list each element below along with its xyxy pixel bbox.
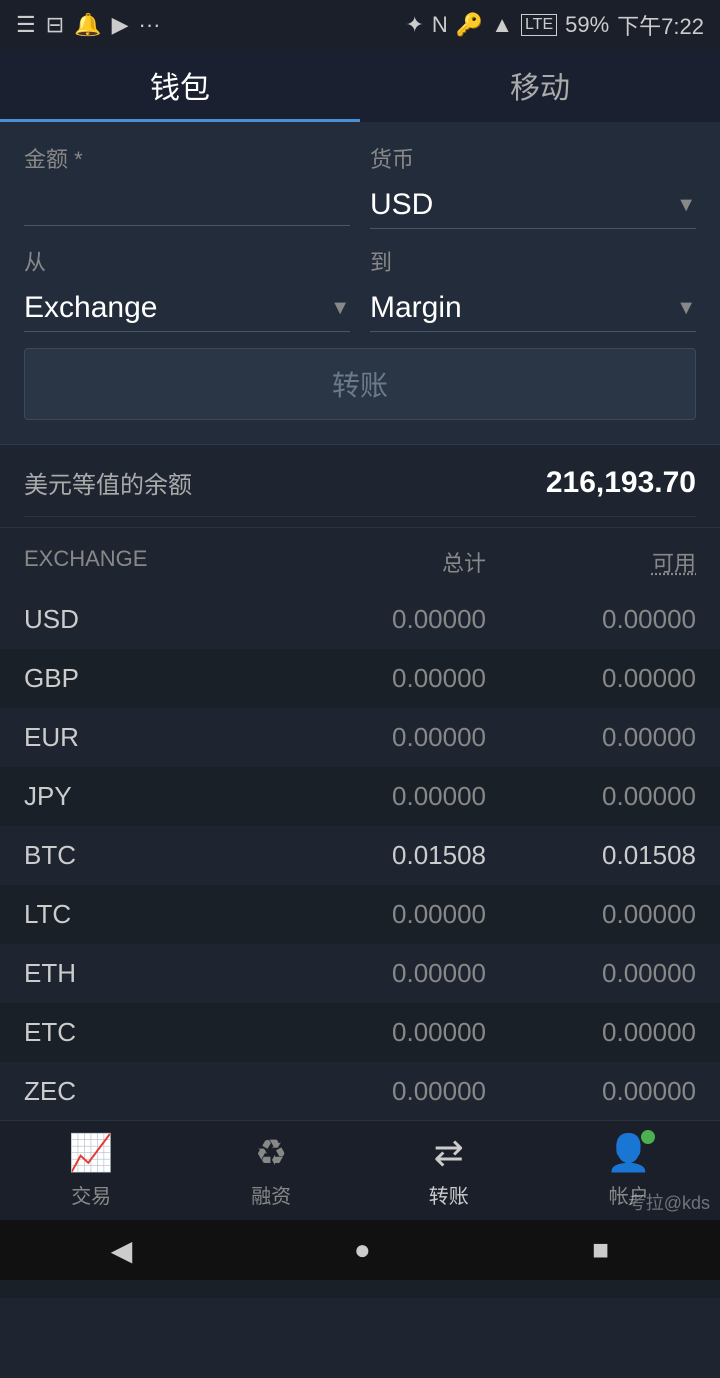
row-name: EUR (24, 722, 276, 753)
currency-select[interactable]: USD ▼ (370, 182, 696, 229)
back-button[interactable]: ◀ (111, 1234, 133, 1267)
transfer-icon: ⇄ (434, 1132, 464, 1174)
balance-value: 216,193.70 (546, 466, 696, 500)
wallet-icon: ⊟ (46, 12, 64, 38)
table-row: EUR 0.00000 0.00000 (0, 708, 720, 767)
transfer-form: 金额 * 货币 USD ▼ 从 Exchange ▼ 到 Margin ▼ (0, 122, 720, 445)
tab-move[interactable]: 移动 (360, 50, 720, 122)
row-total: 0.00000 (276, 722, 486, 753)
recent-button[interactable]: ■ (592, 1234, 609, 1266)
row-available: 0.00000 (486, 1076, 696, 1107)
nfc-icon: N (432, 12, 448, 38)
from-select[interactable]: Exchange ▼ (24, 285, 350, 332)
amount-label: 金额 * (24, 142, 350, 174)
currency-field: 货币 USD ▼ (370, 142, 696, 229)
row-total: 0.00000 (276, 899, 486, 930)
row-name: USD (24, 604, 276, 635)
menu-icon: ☰ (16, 12, 36, 38)
bottom-nav: 📈 交易 ♻ 融资 ⇄ 转账 👤 帐户 (0, 1120, 720, 1220)
row-total: 0.01508 (276, 840, 486, 871)
row-total: 0.00000 (276, 781, 486, 812)
row-total: 0.00000 (276, 604, 486, 635)
row-total: 0.00000 (276, 663, 486, 694)
table-header: EXCHANGE 总计 可用 (0, 528, 720, 590)
to-arrow-icon: ▼ (676, 297, 696, 320)
table-row: ETC 0.00000 0.00000 (0, 1003, 720, 1062)
currency-arrow-icon: ▼ (676, 194, 696, 217)
nav-trade-label: 交易 (71, 1180, 111, 1209)
row-name: JPY (24, 781, 276, 812)
row-name: BTC (24, 840, 276, 871)
to-label: 到 (370, 245, 696, 277)
row-name: LTC (24, 899, 276, 930)
currency-value: USD (370, 188, 433, 222)
table-row: ETH 0.00000 0.00000 (0, 944, 720, 1003)
status-left-icons: ☰ ⊟ 🔔 ▶ ··· (16, 12, 160, 38)
transfer-button[interactable]: 转账 (24, 348, 696, 420)
table-row: USD 0.00000 0.00000 (0, 590, 720, 649)
nav-transfer-label: 转账 (429, 1180, 469, 1209)
to-select[interactable]: Margin ▼ (370, 285, 696, 332)
time-label: 下午7:22 (617, 9, 704, 41)
signal-icon: ▲ (491, 12, 513, 38)
row-available: 0.00000 (486, 663, 696, 694)
from-label: 从 (24, 245, 350, 277)
account-dot (641, 1130, 655, 1144)
row-total: 0.00000 (276, 958, 486, 989)
row-name: GBP (24, 663, 276, 694)
status-bar: ☰ ⊟ 🔔 ▶ ··· ✦ N 🔑 ▲ LTE 59% 下午7:22 (0, 0, 720, 50)
row-available: 0.00000 (486, 722, 696, 753)
dots-icon: ··· (139, 12, 161, 38)
nav-funding-label: 融资 (251, 1180, 291, 1209)
table-row: JPY 0.00000 0.00000 (0, 767, 720, 826)
table-row: LTC 0.00000 0.00000 (0, 885, 720, 944)
col-available: 可用 (486, 546, 696, 578)
table-row: ZEC 0.00000 0.00000 (0, 1062, 720, 1121)
table-row: GBP 0.00000 0.00000 (0, 649, 720, 708)
watermark: 考拉@kds (628, 1189, 710, 1215)
home-button[interactable]: ● (354, 1234, 371, 1266)
nav-transfer[interactable]: ⇄ 转账 (429, 1132, 469, 1209)
row-available: 0.01508 (486, 840, 696, 871)
row-total: 0.00000 (276, 1076, 486, 1107)
nav-funding[interactable]: ♻ 融资 (251, 1132, 291, 1209)
trade-icon: 📈 (69, 1132, 114, 1174)
to-field: 到 Margin ▼ (370, 245, 696, 332)
row-available: 0.00000 (486, 1017, 696, 1048)
balance-label: 美元等值的余额 (24, 465, 192, 500)
lte-label: LTE (521, 14, 557, 36)
col-exchange: EXCHANGE (24, 546, 276, 578)
system-nav: ◀ ● ■ (0, 1220, 720, 1280)
nav-trade[interactable]: 📈 交易 (69, 1132, 114, 1209)
row-name: ETH (24, 958, 276, 989)
row-name: ETC (24, 1017, 276, 1048)
row-available: 0.00000 (486, 604, 696, 635)
row-name: ZEC (24, 1076, 276, 1107)
battery-label: 59% (565, 12, 609, 38)
row-available: 0.00000 (486, 899, 696, 930)
from-value: Exchange (24, 291, 157, 325)
send-icon: ▶ (112, 12, 129, 38)
table-row: BTC 0.01508 0.01508 (0, 826, 720, 885)
funding-icon: ♻ (255, 1132, 287, 1174)
bell-icon: 🔔 (74, 12, 101, 38)
tab-wallet[interactable]: 钱包 (0, 50, 360, 122)
row-available: 0.00000 (486, 781, 696, 812)
currency-label: 货币 (370, 142, 696, 174)
from-field: 从 Exchange ▼ (24, 245, 350, 332)
amount-input[interactable] (24, 182, 350, 226)
col-total: 总计 (276, 546, 486, 578)
status-right-icons: ✦ N 🔑 ▲ LTE 59% 下午7:22 (405, 9, 704, 41)
amount-field: 金额 * (24, 142, 350, 229)
balance-section: 美元等值的余额 216,193.70 (0, 445, 720, 528)
row-total: 0.00000 (276, 1017, 486, 1048)
tab-bar: 钱包 移动 (0, 50, 720, 122)
to-value: Margin (370, 291, 462, 325)
key-icon: 🔑 (456, 12, 483, 38)
row-available: 0.00000 (486, 958, 696, 989)
bluetooth-icon: ✦ (405, 12, 423, 38)
from-arrow-icon: ▼ (330, 297, 350, 320)
